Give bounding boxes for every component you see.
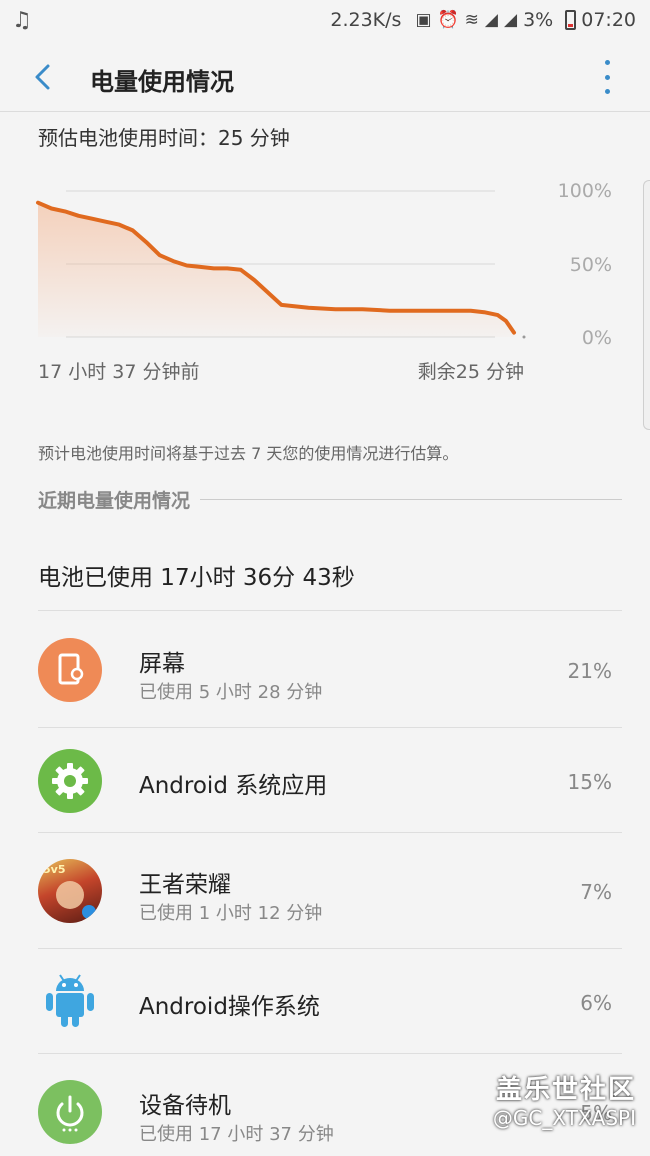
battery-chart-svg — [36, 190, 526, 339]
app-bar: 电量使用情况 — [0, 40, 650, 112]
battery-low-icon — [565, 10, 577, 30]
scrollbar[interactable] — [643, 180, 650, 430]
app-row-screen[interactable]: 屏幕 已使用 5 小时 28 分钟 21% — [38, 612, 622, 728]
projection-dot — [522, 335, 526, 339]
watermark-handle: @GC_XTXASPI — [492, 1106, 636, 1130]
game-icon: 5v5 — [38, 859, 102, 923]
watermark: 盖乐世社区 @GC_XTXASPI — [493, 1069, 636, 1130]
app-row-honor-of-kings[interactable]: 5v5 王者荣耀 已使用 1 小时 12 分钟 7% — [38, 833, 622, 949]
watermark-title: 盖乐世社区 — [495, 1075, 636, 1105]
x-label-start: 17 小时 37 分钟前 — [38, 361, 200, 383]
battery-chart: 100% 50% 0% 17 小时 37 分钟前 剩余25 分钟 — [0, 160, 650, 390]
app-percent: 21% — [567, 659, 612, 683]
app-name: 设备待机 — [139, 1093, 231, 1119]
app-name: 王者荣耀 — [139, 872, 231, 898]
y-tick-100: 100% — [557, 180, 612, 202]
page-title: 电量使用情况 — [90, 68, 234, 96]
more-options-icon[interactable] — [600, 60, 614, 94]
wifi-icon: ≋ — [464, 10, 479, 30]
app-row-android-os[interactable]: Android操作系统 6% — [38, 949, 622, 1054]
app-percent: 7% — [580, 880, 612, 904]
app-usage: 已使用 1 小时 12 分钟 — [139, 903, 323, 924]
gear-icon — [38, 749, 102, 813]
app-row-android-system[interactable]: Android 系统应用 15% — [38, 728, 622, 833]
network-speed: 2.23K/s — [330, 9, 402, 31]
total-battery-used: 电池已使用 17小时 36分 43秒 — [38, 565, 355, 591]
cell-signal-icon: ◢ — [484, 10, 498, 30]
clock: 07:20 — [581, 9, 636, 31]
section-divider — [200, 499, 622, 500]
app-percent: 6% — [580, 991, 612, 1015]
app-name: 屏幕 — [139, 651, 185, 677]
android-icon — [38, 967, 102, 1031]
app-name: Android操作系统 — [139, 994, 320, 1020]
y-tick-50: 50% — [569, 254, 612, 276]
svg-text:5v5: 5v5 — [43, 863, 65, 876]
back-arrow-icon[interactable] — [30, 62, 56, 92]
battery-saver-icon: ▣ — [415, 10, 432, 30]
screen-icon — [38, 638, 102, 702]
y-tick-0: 0% — [581, 327, 612, 349]
app-percent: 15% — [567, 770, 612, 794]
x-label-end: 剩余25 分钟 — [417, 361, 524, 383]
estimated-battery-time: 预估电池使用时间：25 分钟 — [38, 126, 290, 150]
status-right: 2.23K/s ▣ ⏰ ≋ ◢ ◢ 3% 07:20 — [330, 9, 636, 31]
battery-percent: 3% — [523, 9, 554, 31]
divider — [38, 610, 622, 611]
status-bar: ♫ 2.23K/s ▣ ⏰ ≋ ◢ ◢ 3% 07:20 — [0, 0, 650, 40]
app-name: Android 系统应用 — [139, 773, 328, 799]
alarm-icon: ⏰ — [437, 10, 459, 30]
app-usage: 已使用 5 小时 28 分钟 — [139, 682, 323, 703]
section-title: 近期电量使用情况 — [38, 490, 191, 512]
cell-signal-icon-2: ◢ — [504, 10, 518, 30]
section-header: 近期电量使用情况 — [38, 486, 622, 513]
estimate-note: 预计电池使用时间将基于过去 7 天您的使用情况进行估算。 — [38, 444, 459, 463]
power-icon — [38, 1080, 102, 1144]
music-note-icon: ♫ — [12, 8, 32, 33]
app-usage: 已使用 17 小时 37 分钟 — [139, 1124, 334, 1145]
